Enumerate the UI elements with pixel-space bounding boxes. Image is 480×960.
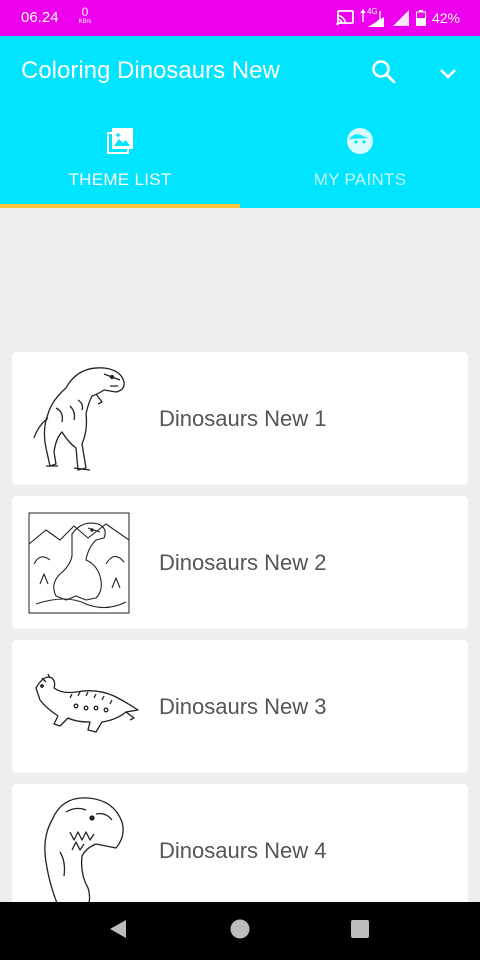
- navigation-bar: [0, 902, 480, 960]
- app-title: Coloring Dinosaurs New: [21, 57, 280, 84]
- signal-icon: [392, 9, 410, 27]
- search-icon: [371, 59, 397, 89]
- theme-card[interactable]: Dinosaurs New 4: [12, 784, 468, 902]
- tab-theme-list[interactable]: THEME LIST: [0, 118, 240, 206]
- armored-dinosaur-icon: [26, 648, 146, 766]
- theme-title: Dinosaurs New 4: [159, 837, 327, 863]
- theme-title: Dinosaurs New 1: [159, 405, 327, 431]
- recents-button[interactable]: [348, 919, 372, 943]
- theme-list[interactable]: Dinosaurs New 1 Dinosaurs New 2 Dinosaur…: [0, 208, 480, 902]
- status-icons: 4G 42%: [336, 7, 460, 28]
- battery-percent: 42%: [431, 10, 460, 26]
- home-button[interactable]: [228, 919, 252, 943]
- theme-card[interactable]: Dinosaurs New 2: [12, 496, 468, 629]
- face-icon: [345, 126, 375, 156]
- menu-button[interactable]: [430, 56, 466, 92]
- back-button[interactable]: [106, 919, 130, 943]
- network-speed: 0 KB/s: [74, 6, 96, 25]
- standing-dinosaur-icon: [26, 360, 146, 478]
- tab-theme-list-label: THEME LIST: [68, 170, 172, 189]
- theme-card[interactable]: Dinosaurs New 3: [12, 640, 468, 773]
- theme-card[interactable]: Dinosaurs New 1: [12, 352, 468, 485]
- tab-my-paints[interactable]: MY PAINTS: [240, 118, 480, 206]
- cast-icon: [336, 10, 354, 26]
- home-circle-icon: [229, 918, 251, 944]
- status-bar: 06.24 0 KB/s 4G 42%: [0, 0, 480, 36]
- status-time: 06.24: [21, 9, 59, 26]
- back-triangle-icon: [108, 918, 128, 944]
- network-speed-unit: KB/s: [78, 19, 92, 25]
- battery-icon: [415, 10, 426, 26]
- search-button[interactable]: [366, 56, 402, 92]
- trex-head-icon: [26, 792, 146, 902]
- recents-square-icon: [350, 919, 370, 943]
- theme-title: Dinosaurs New 3: [159, 693, 327, 719]
- image-icon: [105, 126, 135, 156]
- network-type: 4G: [366, 7, 378, 16]
- theme-title: Dinosaurs New 2: [159, 549, 327, 575]
- network-speed-value: 0: [81, 5, 89, 19]
- dinosaur-landscape-icon: [26, 504, 146, 622]
- chevron-down-icon: [439, 65, 457, 84]
- signal-4g-icon: 4G: [360, 7, 386, 28]
- tab-my-paints-label: MY PAINTS: [313, 170, 407, 189]
- app-bar: Coloring Dinosaurs New THEME LIST MY PAI…: [0, 36, 480, 208]
